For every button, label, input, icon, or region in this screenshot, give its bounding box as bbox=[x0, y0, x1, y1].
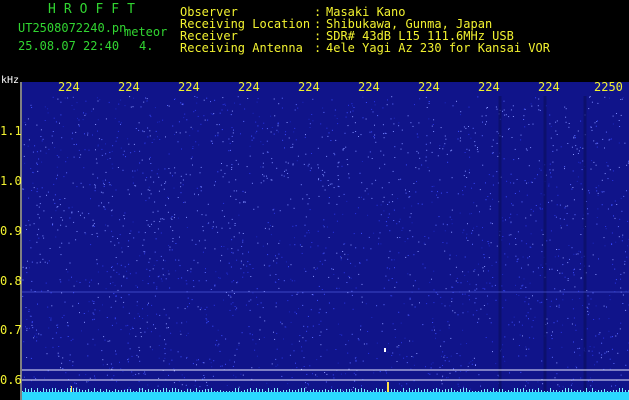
freq-tick-label: 1.0 bbox=[0, 174, 22, 188]
spectrogram-canvas bbox=[20, 82, 629, 400]
app-title: HROFFT bbox=[48, 2, 143, 17]
time-tick-label: 224 bbox=[298, 80, 320, 94]
counter: 4. bbox=[139, 39, 154, 53]
date-time: 25.08.07 22:40 bbox=[18, 39, 120, 53]
frequency-unit-label: kHz bbox=[1, 75, 20, 86]
antenna-colon: : bbox=[314, 41, 322, 55]
freq-tick-label: 0.7 bbox=[0, 323, 22, 337]
time-tick-label: 224 bbox=[118, 80, 140, 94]
time-tick-label: 224 bbox=[358, 80, 380, 94]
antenna-label: Receiving Antenna bbox=[180, 41, 303, 55]
time-tick-label: 224 bbox=[238, 80, 260, 94]
freq-tick-label: 0.9 bbox=[0, 224, 22, 238]
time-tick-label: 224 bbox=[478, 80, 500, 94]
waterfall-background bbox=[22, 82, 629, 400]
freq-tick-label: 0.6 bbox=[0, 373, 22, 387]
file-name: UT2508072240.pn bbox=[18, 21, 127, 35]
time-tick-label: 224 bbox=[58, 80, 80, 94]
freq-tick-label: 0.8 bbox=[0, 274, 22, 288]
mode-label: meteor bbox=[124, 25, 168, 39]
time-tick-label: 224 bbox=[418, 80, 440, 94]
time-tick-label: 2250 bbox=[594, 80, 623, 94]
antenna-value: 4ele Yagi Az 230 for Kansai VOR bbox=[326, 41, 550, 55]
time-tick-label: 224 bbox=[538, 80, 560, 94]
freq-tick-label: 1.1 bbox=[0, 124, 22, 138]
signal-strip bbox=[22, 392, 629, 400]
meteor-echo-mark bbox=[384, 348, 386, 352]
time-tick-label: 224 bbox=[178, 80, 200, 94]
